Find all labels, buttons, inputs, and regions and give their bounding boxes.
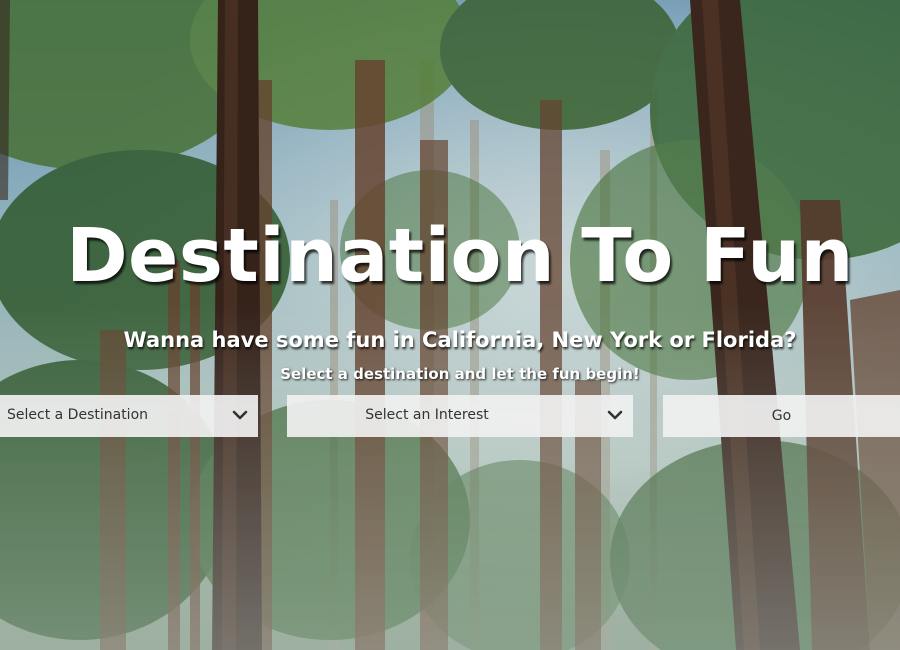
interest-select[interactable]: Select an Interest [287,395,633,437]
hero-subtitle: Wanna have some fun in California, New Y… [123,328,797,352]
chevron-down-icon [607,407,623,423]
hero-tagline: Select a destination and let the fun beg… [280,365,640,383]
go-button[interactable]: Go [663,395,900,437]
destination-select-value: Select a Destination [7,407,149,423]
page-title: Destination To Fun [66,213,854,299]
chevron-down-icon [232,407,248,423]
destination-select[interactable]: Select a Destination [0,395,258,437]
interest-select-value: Select an Interest [365,407,489,423]
